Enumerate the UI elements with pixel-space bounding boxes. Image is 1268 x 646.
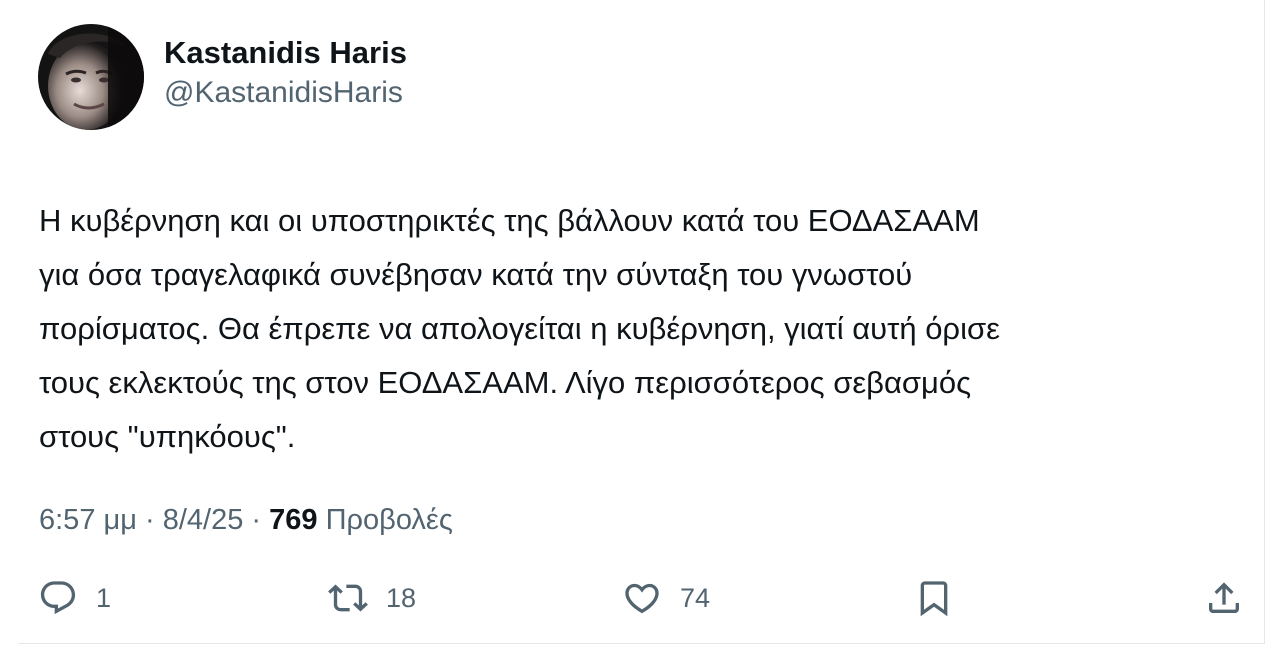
reply-icon xyxy=(38,578,78,618)
meta-separator: · xyxy=(144,504,155,536)
meta-separator: · xyxy=(251,504,262,536)
tweet-text: Η κυβέρνηση και οι υποστηρικτές της βάλλ… xyxy=(39,203,1000,454)
tweet-actions: 1 18 74 xyxy=(18,574,1265,622)
avatar-photo xyxy=(38,24,144,130)
tweet-date[interactable]: 8/4/25 xyxy=(163,504,244,536)
author-display-name[interactable]: Kastanidis Haris xyxy=(164,33,407,73)
tweet-meta: 6:57 μμ · 8/4/25 · 769 Προβολές xyxy=(39,500,453,540)
bookmark-button[interactable] xyxy=(914,574,954,622)
like-count: 74 xyxy=(680,582,711,613)
share-button[interactable] xyxy=(1204,574,1244,622)
views-count: 769 xyxy=(269,504,318,536)
author-names: Kastanidis Haris @KastanidisHaris xyxy=(164,33,407,113)
heart-icon xyxy=(622,578,662,618)
views-label: Προβολές xyxy=(325,504,453,536)
reply-count: 1 xyxy=(96,582,112,613)
bookmark-icon xyxy=(914,578,954,618)
author-handle[interactable]: @KastanidisHaris xyxy=(164,73,407,113)
like-button[interactable]: 74 xyxy=(622,574,710,622)
retweet-count: 18 xyxy=(386,582,417,613)
tweet-card: Kastanidis Haris @KastanidisHaris Η κυβέ… xyxy=(18,0,1265,644)
retweet-icon xyxy=(328,578,368,618)
tweet-time[interactable]: 6:57 μμ xyxy=(39,504,137,536)
tweet-header: Kastanidis Haris @KastanidisHaris xyxy=(38,24,407,130)
share-icon xyxy=(1204,578,1244,618)
retweet-button[interactable]: 18 xyxy=(328,574,416,622)
reply-button[interactable]: 1 xyxy=(38,574,111,622)
author-avatar[interactable] xyxy=(38,24,144,130)
